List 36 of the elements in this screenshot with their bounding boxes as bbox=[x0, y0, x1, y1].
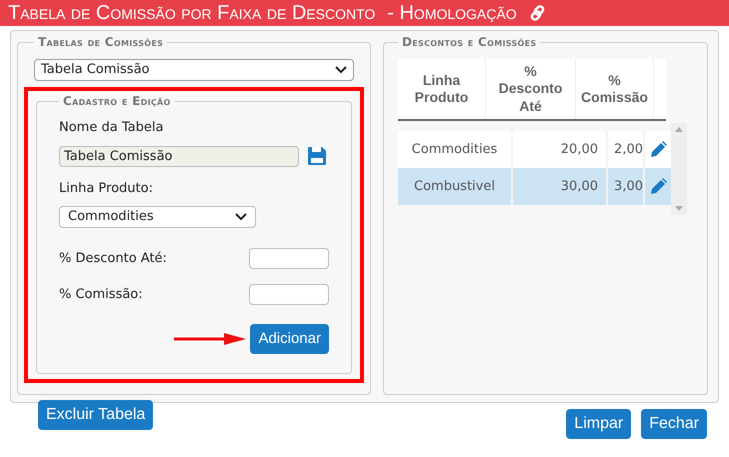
pencil-icon[interactable] bbox=[648, 176, 668, 196]
section-legend: Descontos e Comissões bbox=[398, 33, 540, 51]
environment-label: - Homologação bbox=[387, 1, 517, 26]
field-label: % Desconto Até: bbox=[59, 250, 167, 268]
scroll-up-icon[interactable] bbox=[675, 127, 683, 132]
chevron-down-icon bbox=[335, 66, 347, 74]
pencil-icon[interactable] bbox=[648, 140, 668, 160]
scrollbar[interactable] bbox=[671, 123, 687, 215]
field-label: % Comissão: bbox=[59, 286, 143, 304]
commission-field[interactable] bbox=[249, 284, 329, 305]
clear-button[interactable]: Limpar bbox=[566, 409, 632, 439]
table-select[interactable]: Tabela Comissão bbox=[34, 59, 354, 81]
field-label: Nome da Tabela bbox=[59, 119, 164, 137]
table-cell: Combustivel bbox=[398, 168, 513, 205]
section-legend: Cadastro e Edição bbox=[59, 92, 175, 110]
column-header: % Desconto Até bbox=[486, 59, 576, 119]
product-line-select[interactable]: Commodities bbox=[59, 206, 256, 228]
table-row[interactable]: Combustivel 30,00 3,00 bbox=[398, 168, 671, 205]
table-cell: 30,00 bbox=[513, 168, 608, 205]
link-icon[interactable] bbox=[528, 4, 547, 22]
column-header: % Comissão bbox=[576, 59, 654, 119]
table-row[interactable]: Commodities 20,00 2,00 bbox=[398, 131, 671, 168]
table-cell: 3,00 bbox=[608, 168, 645, 205]
column-header: Linha Produto bbox=[398, 59, 486, 119]
scroll-down-icon[interactable] bbox=[675, 206, 683, 211]
chevron-down-icon bbox=[235, 213, 247, 221]
add-button[interactable]: Adicionar bbox=[250, 324, 329, 354]
table-name-field[interactable]: Tabela Comissão bbox=[59, 146, 299, 166]
window-title: Tabela de Comissão por Faixa de Desconto bbox=[8, 1, 376, 26]
close-button[interactable]: Fechar bbox=[641, 409, 707, 439]
arrow-icon bbox=[174, 333, 246, 345]
field-label: Linha Produto: bbox=[59, 180, 154, 198]
discount-field[interactable] bbox=[249, 248, 329, 269]
section-legend: Tabelas de Comissões bbox=[34, 33, 168, 51]
save-icon[interactable] bbox=[307, 146, 327, 166]
delete-table-button[interactable]: Excluir Tabela bbox=[38, 400, 154, 430]
